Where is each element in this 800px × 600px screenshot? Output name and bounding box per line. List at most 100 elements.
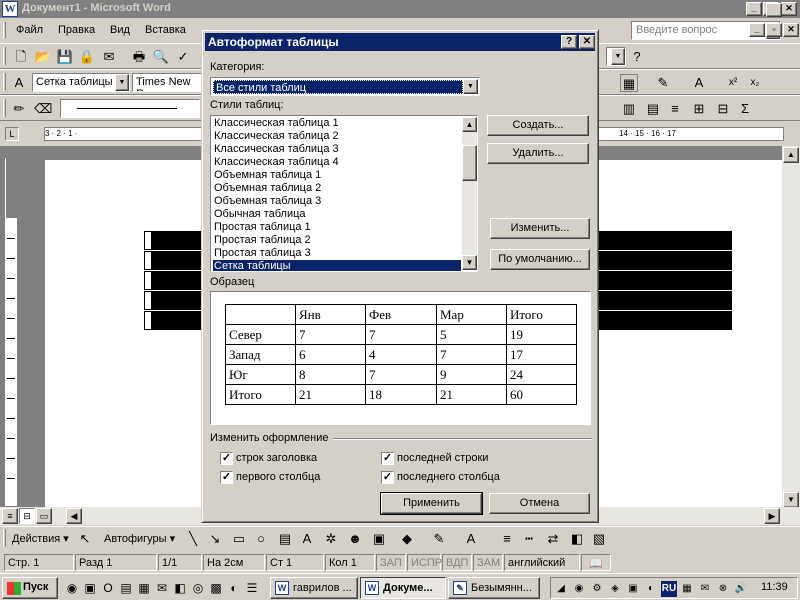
- quicklaunch-icon-6[interactable]: ✉: [154, 580, 170, 596]
- status-ext[interactable]: ВДП: [442, 554, 472, 571]
- merge-cells-icon[interactable]: ▥: [620, 100, 638, 118]
- normal-view-icon[interactable]: ≡: [2, 508, 18, 524]
- tray-icon-9[interactable]: ✉: [697, 581, 713, 597]
- tray-icon-3[interactable]: ⚙: [589, 581, 605, 597]
- autosum-icon[interactable]: Σ: [736, 100, 754, 118]
- web-view-icon[interactable]: ⊟: [19, 508, 35, 524]
- align-icon[interactable]: ≡: [666, 100, 684, 118]
- new-document-icon[interactable]: 🗋: [12, 48, 30, 66]
- menu-insert[interactable]: Вставка: [145, 24, 186, 36]
- shadow-icon[interactable]: ◧: [568, 530, 586, 548]
- list-item[interactable]: Простая таблица 3: [213, 247, 461, 260]
- doc-minimize-button[interactable]: [766, 3, 782, 17]
- toolbar-grip-3[interactable]: [3, 99, 6, 117]
- language-indicator[interactable]: RU: [661, 581, 677, 597]
- status-trk[interactable]: ИСПР: [407, 554, 442, 571]
- chevron-down-icon[interactable]: ▼: [463, 79, 478, 94]
- modify-button[interactable]: Изменить...: [490, 218, 590, 239]
- line-icon[interactable]: ╲: [184, 530, 202, 548]
- list-item[interactable]: Простая таблица 1: [213, 221, 461, 234]
- category-select[interactable]: Все стили таблиц ▼: [210, 77, 480, 96]
- tray-icon-4[interactable]: ◈: [607, 581, 623, 597]
- clipart-icon[interactable]: ☻: [346, 530, 364, 548]
- tray-icon-8[interactable]: ▦: [679, 581, 695, 597]
- quicklaunch-icon-8[interactable]: ◎: [190, 580, 206, 596]
- list-item[interactable]: Классическая таблица 1: [213, 117, 461, 130]
- last-column-checkbox[interactable]: ✓: [381, 471, 394, 484]
- arrow-style-icon[interactable]: ⇄: [544, 530, 562, 548]
- quicklaunch-opera-icon[interactable]: O: [100, 580, 116, 596]
- start-button[interactable]: Пуск: [2, 577, 58, 599]
- styles-pane-icon[interactable]: A: [10, 74, 28, 92]
- list-item[interactable]: Простая таблица 2: [213, 234, 461, 247]
- print-layout-icon[interactable]: ▭: [36, 508, 52, 524]
- help-icon[interactable]: ?: [628, 48, 646, 66]
- dialog-titlebar[interactable]: Автоформат таблицы ? ✕: [205, 33, 595, 51]
- scroll-up-arrow-icon[interactable]: ▲: [783, 147, 799, 163]
- tray-icon-2[interactable]: ◉: [571, 581, 587, 597]
- list-item[interactable]: Объемная таблица 1: [213, 169, 461, 182]
- default-button[interactable]: По умолчанию...: [490, 249, 590, 270]
- task-button-1[interactable]: Wгаврилов ...: [270, 577, 358, 599]
- quicklaunch-icon-2[interactable]: ▣: [82, 580, 98, 596]
- menu-file[interactable]: Файл: [16, 24, 43, 36]
- font-combo[interactable]: Times New Ro: [132, 73, 202, 92]
- toolbar-grip-4[interactable]: [3, 529, 6, 547]
- quicklaunch-icon-4[interactable]: ▤: [118, 580, 134, 596]
- list-item[interactable]: Классическая таблица 4: [213, 156, 461, 169]
- status-ovr[interactable]: ЗАМ: [473, 554, 503, 571]
- tray-icon-6[interactable]: ◐: [643, 581, 659, 597]
- task-button-2[interactable]: W Докуме...: [360, 577, 446, 599]
- tab-selector[interactable]: L: [5, 127, 19, 141]
- document-table-cell[interactable]: [144, 271, 152, 290]
- status-rec[interactable]: ЗАП: [376, 554, 406, 571]
- picture-icon[interactable]: ▣: [370, 530, 388, 548]
- font-color-icon[interactable]: A: [690, 74, 708, 92]
- permission-icon[interactable]: 🔒: [78, 48, 96, 66]
- highlight-icon[interactable]: ✎: [654, 74, 672, 92]
- line-color-icon[interactable]: ✎: [430, 530, 448, 548]
- menu-grip[interactable]: [3, 22, 6, 38]
- quicklaunch-icon-1[interactable]: ◉: [64, 580, 80, 596]
- quicklaunch-icon-11[interactable]: ☰: [244, 580, 260, 596]
- scroll-down-arrow-icon[interactable]: ▼: [783, 492, 799, 508]
- doc-minimize-button-2[interactable]: _: [749, 23, 765, 37]
- line-style-icon[interactable]: ≡: [498, 530, 516, 548]
- list-item[interactable]: Классическая таблица 3: [213, 143, 461, 156]
- superscript-icon[interactable]: x²: [724, 74, 742, 92]
- distribute-rows-icon[interactable]: ⊞: [690, 100, 708, 118]
- task-button-3[interactable]: ✎ Безымянн...: [448, 577, 540, 599]
- scroll-down-arrow-icon[interactable]: ▼: [462, 255, 477, 270]
- borders-icon[interactable]: ▦: [620, 74, 638, 92]
- clock[interactable]: 11:39: [761, 581, 788, 593]
- delete-button[interactable]: Удалить...: [487, 143, 589, 164]
- list-item[interactable]: Объемная таблица 2: [213, 182, 461, 195]
- list-item-selected[interactable]: Сетка таблицы: [213, 260, 461, 271]
- list-item[interactable]: Обычная таблица: [213, 208, 461, 221]
- menu-view[interactable]: Вид: [110, 24, 130, 36]
- close-button[interactable]: ✕: [781, 2, 797, 16]
- spelling-status-icon[interactable]: 📖: [581, 554, 611, 571]
- vertical-scrollbar[interactable]: ▲ ▼: [782, 146, 800, 509]
- doc-restore-button[interactable]: ▫: [766, 23, 782, 37]
- volume-icon[interactable]: 🔊: [733, 581, 749, 597]
- last-row-checkbox[interactable]: ✓: [381, 452, 394, 465]
- doc-close-button[interactable]: ✕: [783, 23, 799, 37]
- quicklaunch-icon-5[interactable]: ▦: [136, 580, 152, 596]
- list-item[interactable]: Объемная таблица 3: [213, 195, 461, 208]
- font-color-draw-icon[interactable]: A: [462, 530, 480, 548]
- document-table-cell[interactable]: [144, 291, 152, 310]
- toolbar-grip-2[interactable]: [3, 73, 6, 91]
- quicklaunch-icon-9[interactable]: ▩: [208, 580, 224, 596]
- tray-icon-10[interactable]: ⊗: [715, 581, 731, 597]
- toolbar-grip[interactable]: [3, 47, 6, 65]
- header-rows-checkbox[interactable]: ✓: [220, 452, 233, 465]
- scroll-up-arrow-icon[interactable]: ▲: [462, 117, 477, 132]
- create-button[interactable]: Создать...: [487, 115, 589, 136]
- open-folder-icon[interactable]: 📂: [34, 48, 52, 66]
- email-icon[interactable]: ✉: [100, 48, 118, 66]
- document-table-cell[interactable]: [144, 251, 152, 270]
- print-icon[interactable]: 🖶: [130, 48, 148, 66]
- quicklaunch-icon-10[interactable]: ◐: [226, 580, 242, 596]
- apply-button[interactable]: Применить: [380, 492, 483, 515]
